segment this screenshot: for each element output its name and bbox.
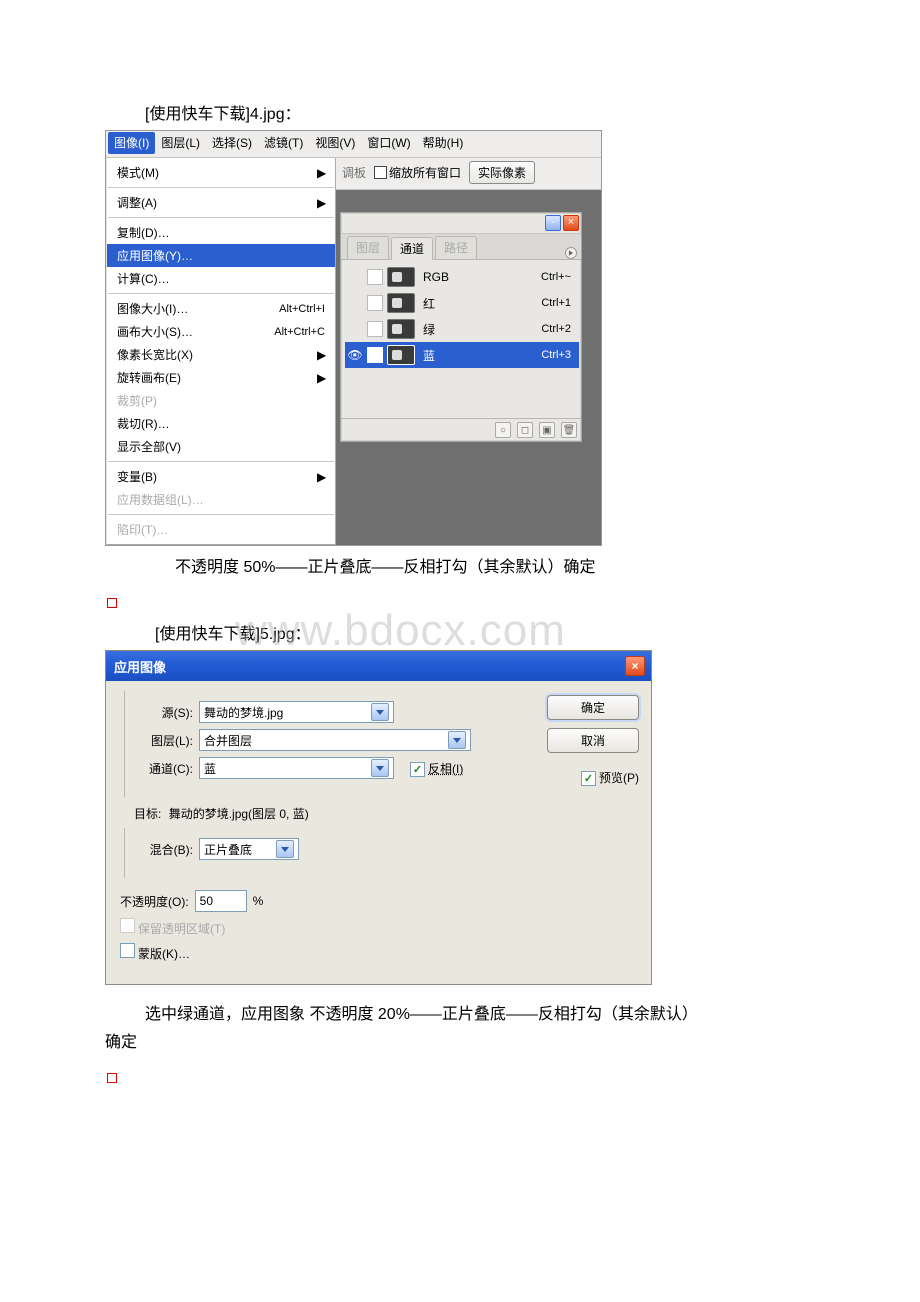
paragraph-2a: 选中绿通道，应用图象 不透明度 20%——正片叠底——反相打勾（其余默认）: [105, 1003, 820, 1027]
new-channel-icon[interactable]: ▣: [539, 422, 555, 438]
menu-item-applydata: 应用数据组(L)…: [107, 488, 335, 511]
delete-channel-icon[interactable]: 🗑: [561, 422, 577, 438]
menu-item-trim[interactable]: 裁切(R)…: [107, 412, 335, 435]
red-marker-icon: [107, 1073, 117, 1083]
menu-item-mode[interactable]: 模式(M)▶: [107, 161, 335, 184]
blend-label: 混合(B):: [135, 841, 193, 858]
options-palette-label: 调板: [342, 164, 366, 181]
close-icon[interactable]: ×: [625, 656, 645, 676]
channel-row-green[interactable]: 绿 Ctrl+2: [345, 316, 579, 342]
tab-paths[interactable]: 路径: [435, 236, 477, 259]
tab-channels[interactable]: 通道: [391, 237, 433, 260]
image-dropdown: 模式(M)▶ 调整(A)▶ 复制(D)… 应用图像(Y)… 计算(C)… 图像大…: [106, 158, 336, 545]
eye-icon[interactable]: 👁: [347, 347, 363, 363]
preserve-transparency-checkbox: 保留透明区域(T): [120, 918, 225, 937]
menu-item-crop: 裁剪(P): [107, 389, 335, 412]
menu-help[interactable]: 帮助(H): [417, 132, 470, 154]
channel-row-blue[interactable]: 👁 蓝 Ctrl+3: [345, 342, 579, 368]
caption-image5: [使用快车下载]5.jpg：: [155, 620, 820, 644]
paragraph-1: 不透明度 50%——正片叠底——反相打勾（其余默认）确定: [135, 556, 820, 580]
thumbnail-icon: [387, 293, 415, 313]
menu-item-revealall[interactable]: 显示全部(V): [107, 435, 335, 458]
dialog-title: 应用图像: [114, 657, 166, 676]
thumbnail-icon: [387, 267, 415, 287]
source-label: 源(S):: [135, 704, 193, 721]
menu-item-trap: 陷印(T)…: [107, 518, 335, 541]
menubar: 图像(I) 图层(L) 选择(S) 滤镜(T) 视图(V) 窗口(W) 帮助(H…: [106, 131, 601, 158]
menu-item-imagesize[interactable]: 图像大小(I)…Alt+Ctrl+I: [107, 297, 335, 320]
channel-label: 通道(C):: [135, 760, 193, 777]
screenshot-image-menu: 图像(I) 图层(L) 选择(S) 滤镜(T) 视图(V) 窗口(W) 帮助(H…: [105, 130, 602, 546]
menu-select[interactable]: 选择(S): [206, 132, 258, 154]
caption-image4: [使用快车下载]4.jpg：: [145, 100, 820, 124]
red-marker-icon: [107, 598, 117, 608]
menu-item-calc[interactable]: 计算(C)…: [107, 267, 335, 290]
menu-window[interactable]: 窗口(W): [361, 132, 416, 154]
channel-row-rgb[interactable]: RGB Ctrl+~: [345, 264, 579, 290]
opacity-label: 不透明度(O):: [120, 893, 189, 910]
menu-item-pixelratio[interactable]: 像素长宽比(X)▶: [107, 343, 335, 366]
ok-button[interactable]: 确定: [547, 695, 639, 720]
menu-item-canvassize[interactable]: 画布大小(S)…Alt+Ctrl+C: [107, 320, 335, 343]
options-bar: 调板 缩放所有窗口 实际像素: [336, 158, 601, 190]
panel-menu-icon[interactable]: [565, 247, 579, 259]
menu-filter[interactable]: 滤镜(T): [258, 132, 309, 154]
opacity-input[interactable]: 50: [195, 890, 247, 912]
layer-label: 图层(L):: [135, 732, 193, 749]
thumbnail-icon: [387, 319, 415, 339]
actual-pixels-button[interactable]: 实际像素: [469, 161, 535, 184]
preview-checkbox[interactable]: ✓预览(P): [581, 769, 639, 786]
menu-item-rotate[interactable]: 旋转画布(E)▶: [107, 366, 335, 389]
menu-view[interactable]: 视图(V): [309, 132, 361, 154]
channels-panel: - × 图层 通道 路径 RGB Ctrl+~: [340, 212, 582, 442]
minimize-icon[interactable]: -: [545, 215, 561, 231]
mask-checkbox[interactable]: 蒙版(K)…: [120, 943, 190, 962]
apply-image-dialog: 应用图像 × 源(S): 舞动的梦境.jpg 图层(L): 合并图层: [105, 650, 652, 985]
close-icon[interactable]: ×: [563, 215, 579, 231]
channel-combo[interactable]: 蓝: [199, 757, 394, 779]
menu-item-adjust[interactable]: 调整(A)▶: [107, 191, 335, 214]
cancel-button[interactable]: 取消: [547, 728, 639, 753]
load-selection-icon[interactable]: ○: [495, 422, 511, 438]
menu-item-apply-image[interactable]: 应用图像(Y)…: [107, 244, 335, 267]
invert-checkbox[interactable]: ✓反相(I): [410, 760, 463, 777]
menu-item-variables[interactable]: 变量(B)▶: [107, 465, 335, 488]
target-value: 舞动的梦境.jpg(图层 0, 蓝): [165, 807, 309, 821]
menu-item-duplicate[interactable]: 复制(D)…: [107, 221, 335, 244]
paragraph-2b: 确定: [105, 1031, 820, 1055]
target-label: 目标:: [134, 807, 161, 821]
channel-row-red[interactable]: 红 Ctrl+1: [345, 290, 579, 316]
tab-layers[interactable]: 图层: [347, 236, 389, 259]
save-selection-icon[interactable]: ◻: [517, 422, 533, 438]
zoom-all-checkbox[interactable]: 缩放所有窗口: [374, 164, 461, 181]
menu-image[interactable]: 图像(I): [108, 132, 155, 154]
source-combo[interactable]: 舞动的梦境.jpg: [199, 701, 394, 723]
blend-combo[interactable]: 正片叠底: [199, 838, 299, 860]
thumbnail-icon: [387, 345, 415, 365]
layer-combo[interactable]: 合并图层: [199, 729, 471, 751]
menu-layer[interactable]: 图层(L): [155, 132, 206, 154]
opacity-unit: %: [253, 894, 264, 908]
dialog-titlebar: 应用图像 ×: [106, 651, 651, 681]
